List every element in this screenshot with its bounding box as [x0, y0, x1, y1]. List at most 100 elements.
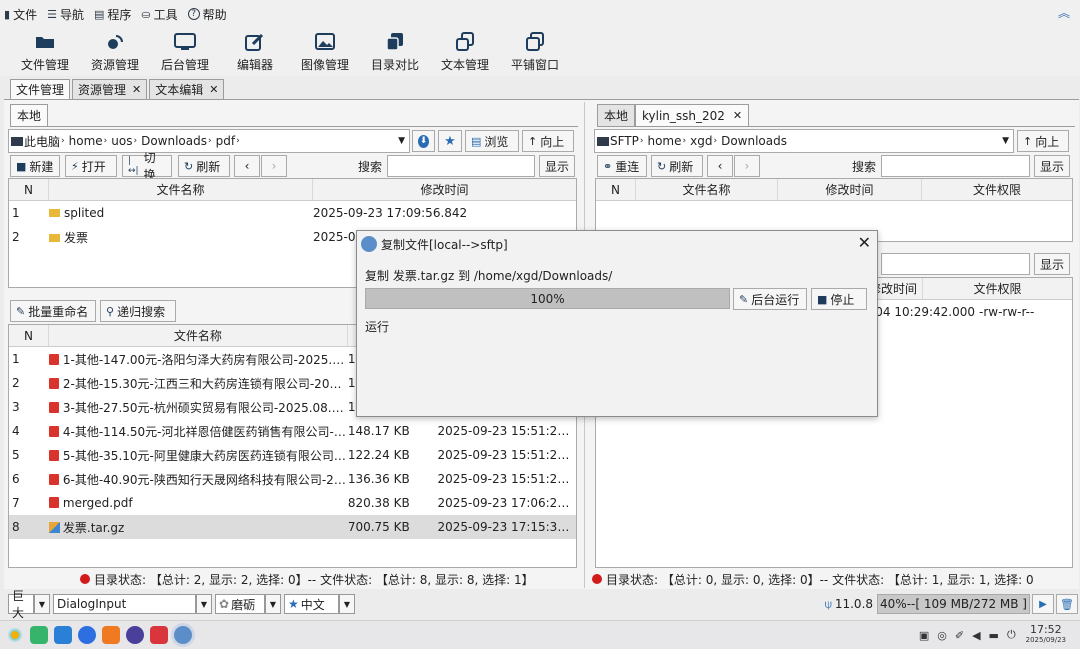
launcher-icon[interactable] — [6, 626, 24, 644]
right-refresh-button[interactable]: ↻ 刷新 — [651, 155, 703, 177]
pdf-icon — [48, 401, 59, 413]
pdf-icon — [48, 473, 59, 485]
right-forward-button[interactable]: › — [734, 155, 760, 177]
chevron-down-icon[interactable]: ▼ — [398, 136, 405, 146]
font-select[interactable]: DialogInput — [53, 594, 196, 614]
tab-resource-manager[interactable]: 资源管理 ✕ — [72, 79, 148, 99]
filemanager-app-icon[interactable] — [174, 626, 192, 644]
left-path-bar[interactable]: 此电脑 › home › uos › Downloads › pdf › ▼ — [8, 129, 410, 153]
play-button[interactable]: ▶ — [1032, 594, 1054, 614]
bottom-bar: 巨大 ▼ DialogInput ▼ ✿ 磨砺 ▼ ★ 中文 ▼ ⍦ 11.0.8 … — [0, 589, 1080, 620]
right-file-show-button[interactable]: 显示 — [1034, 253, 1070, 275]
clock[interactable]: 17:52 2025/09/23 — [1026, 624, 1066, 645]
terminal-app-icon[interactable] — [30, 626, 48, 644]
batch-rename-button[interactable]: ✎ 批量重命名 — [10, 300, 96, 322]
show-button[interactable]: 显示 — [539, 155, 575, 177]
volume-icon[interactable]: ◀ — [972, 629, 980, 642]
monitor-icon — [174, 31, 196, 53]
trash-icon: 🗑 — [1060, 597, 1074, 611]
status-dot-icon — [80, 574, 90, 584]
settings-app-icon[interactable] — [126, 626, 144, 644]
chevron-down-icon[interactable]: ▼ — [196, 594, 212, 614]
battery-icon[interactable]: ▬ — [989, 629, 999, 642]
toolbar-resource-manager[interactable]: 资源管理 — [80, 28, 150, 76]
network-icon[interactable]: ◎ — [937, 629, 947, 642]
refresh-button[interactable]: ↻ 刷新 — [178, 155, 230, 177]
pdf-icon — [48, 449, 59, 461]
chevron-down-icon[interactable]: ▼ — [265, 594, 281, 614]
tab-right-local[interactable]: 本地 — [597, 104, 636, 126]
close-icon[interactable]: ✕ — [132, 83, 141, 96]
close-icon[interactable]: ✕ — [209, 83, 218, 96]
folder-open-icon — [35, 31, 55, 53]
recursive-search-button[interactable]: ⚲ 递归搜索 — [100, 300, 176, 322]
menu-help[interactable]: ? 帮助 — [187, 6, 227, 23]
menu-file[interactable]: ▮ 文件 — [4, 6, 37, 23]
menu-tools[interactable]: ⛀ 工具 — [141, 6, 177, 23]
lang-select[interactable]: ★ 中文 — [284, 594, 339, 614]
right-back-button[interactable]: ‹ — [707, 155, 733, 177]
dialog-titlebar[interactable]: 复制文件[local-->sftp] ✕ — [357, 231, 877, 257]
reconnect-button[interactable]: ⚭ 重连 — [597, 155, 647, 177]
tab-text-editor[interactable]: 文本编辑 ✕ — [149, 79, 225, 99]
right-show-button[interactable]: 显示 — [1034, 155, 1070, 177]
right-file-search-input[interactable] — [881, 253, 1030, 275]
toolbar-text-manager[interactable]: 文本管理 — [430, 28, 500, 76]
chevron-down-icon[interactable]: ▼ — [1002, 136, 1009, 146]
table-row-selected[interactable]: 8 发票.tar.gz 700.75 KB 2025-09-23 17:15:38.8… — [9, 515, 576, 539]
clipboard-icon[interactable]: ▣ — [919, 629, 929, 642]
menu-nav[interactable]: ☰ 导航 — [47, 6, 84, 23]
search-input[interactable] — [387, 155, 535, 177]
refresh-icon: ↻ — [657, 159, 667, 173]
new-button[interactable]: ■ 新建 — [10, 155, 60, 177]
back-button[interactable]: ‹ — [234, 155, 260, 177]
table-row[interactable]: 6 6-其他-40.90元-陕西知行天晟网络科技有限公司-20... 136.36 … — [9, 467, 576, 491]
table-row[interactable]: 7 merged.pdf 820.38 KB 2025-09-23 17:06:27.… — [9, 491, 576, 515]
toolbar-image-manager[interactable]: 图像管理 — [290, 28, 360, 76]
browse-button[interactable]: ▤ 浏览 — [465, 130, 519, 152]
right-up-button[interactable]: ↑ 向上 — [1017, 130, 1069, 152]
table-row[interactable]: 1 splited 2025-09-23 17:09:56.842 — [9, 201, 576, 225]
chevron-down-icon[interactable]: ▼ — [34, 594, 50, 614]
close-icon[interactable]: ✕ — [858, 233, 871, 252]
toolbar-backend-manager[interactable]: 后台管理 — [150, 28, 220, 76]
power-icon[interactable]: ⏻ — [1007, 628, 1016, 642]
toolbar-dir-compare[interactable]: 目录对比 — [360, 28, 430, 76]
collapse-icon[interactable]: ︽ — [1058, 4, 1070, 21]
run-background-button[interactable]: ✎ 后台运行 — [733, 288, 807, 310]
right-path-bar[interactable]: SFTP › home › xgd › Downloads ▼ — [594, 129, 1014, 153]
table-row[interactable]: 5 5-其他-35.10元-阿里健康大药房医药连锁有限公司-... 122.24 K… — [9, 443, 576, 467]
browser-app-icon[interactable] — [78, 626, 96, 644]
tab-file-manager[interactable]: 文件管理 — [10, 79, 71, 99]
toolbar-file-manager[interactable]: 文件管理 — [10, 28, 80, 76]
switch-button[interactable]: |↔| 切换 — [122, 151, 172, 182]
pen-icon[interactable]: ✐ — [955, 629, 964, 642]
files-app-icon[interactable] — [102, 626, 120, 644]
trash-button[interactable]: 🗑 — [1056, 594, 1078, 614]
table-row[interactable]: 4 4-其他-114.50元-河北祥恩倍健医药销售有限公司-2... 148.17 … — [9, 419, 576, 443]
toolbar-tile-window[interactable]: 平铺窗口 — [500, 28, 570, 76]
close-icon[interactable]: ✕ — [733, 109, 742, 122]
open-button[interactable]: ⚡ 打开 — [65, 155, 117, 177]
bookmark-button[interactable]: ★ — [438, 130, 462, 152]
chevron-left-icon: ‹ — [717, 159, 723, 173]
pdf-icon — [48, 377, 59, 389]
theme-icon: ✿ — [219, 597, 230, 611]
satellite-icon — [105, 31, 125, 53]
menu-program[interactable]: ▤ 程序 — [94, 6, 131, 23]
tab-right-ssh[interactable]: kylin_ssh_202 ✕ — [635, 104, 750, 126]
store-app-icon[interactable] — [54, 626, 72, 644]
workspace-tabs: 文件管理 资源管理 ✕ 文本编辑 ✕ — [10, 79, 226, 99]
right-search-input[interactable] — [881, 155, 1030, 177]
theme-select[interactable]: ✿ 磨砺 — [215, 594, 265, 614]
size-select[interactable]: 巨大 — [8, 589, 34, 620]
up-button[interactable]: ↑ 向上 — [522, 130, 574, 152]
pdf-app-icon[interactable] — [150, 626, 168, 644]
download-button[interactable]: ⬇ — [412, 130, 435, 152]
version-text: 11.0.8 — [834, 597, 874, 611]
chevron-down-icon[interactable]: ▼ — [339, 594, 355, 614]
toolbar-editor[interactable]: 编辑器 — [220, 28, 290, 76]
stop-button[interactable]: ■ 停止 — [811, 288, 867, 310]
forward-button[interactable]: › — [261, 155, 287, 177]
tab-left-local[interactable]: 本地 — [10, 104, 49, 126]
